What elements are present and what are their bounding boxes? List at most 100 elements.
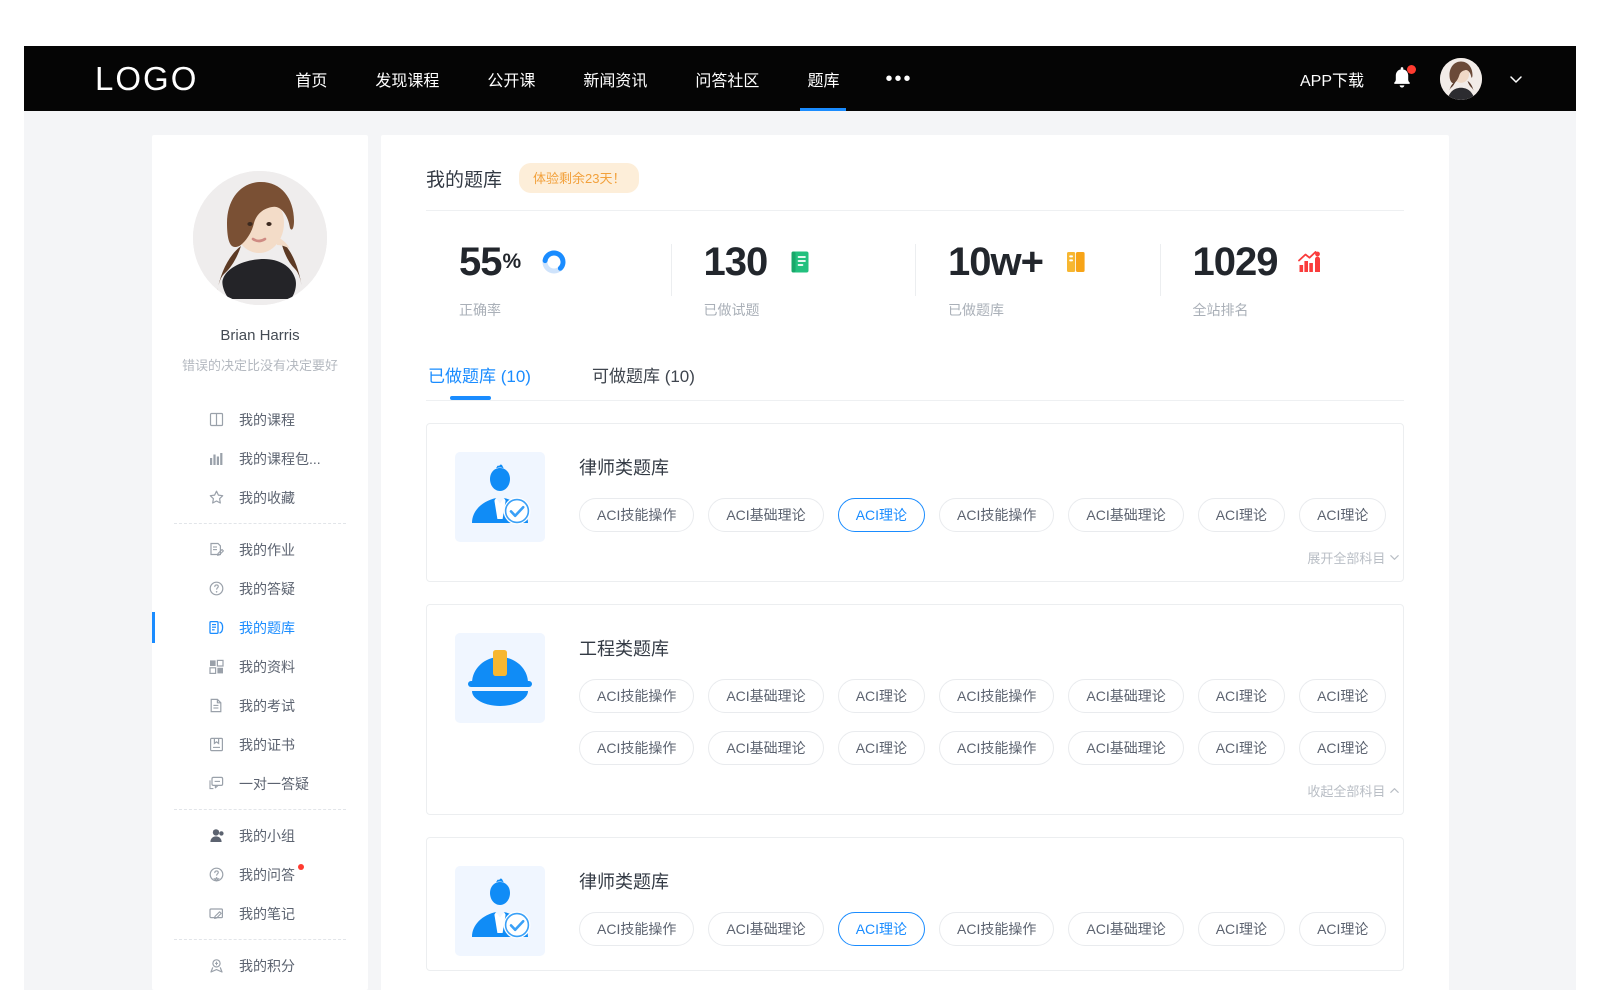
sidebar-item-13[interactable]: 我的笔记 — [152, 894, 368, 933]
stat-label: 全站排名 — [1193, 300, 1405, 320]
orange-book-icon — [1063, 249, 1089, 275]
sidebar-divider — [174, 809, 346, 810]
subject-tag[interactable]: ACI基础理论 — [1068, 731, 1183, 765]
sidebar-item-label: 我的资料 — [239, 657, 295, 677]
subject-tag[interactable]: ACI理论 — [1198, 731, 1285, 765]
ellipsis-icon[interactable]: ••• — [863, 46, 934, 111]
subject-tag[interactable]: ACI基础理论 — [1068, 498, 1183, 532]
expand-row: 收起全部科目 — [579, 781, 1400, 800]
top-navbar: LOGO 首页发现课程公开课新闻资讯问答社区题库 ••• APP下载 — [24, 46, 1576, 111]
tab-1[interactable]: 已做题库 (10) — [426, 352, 533, 400]
sidebar-divider — [174, 523, 346, 524]
nav-link-6[interactable]: 题库 — [783, 46, 863, 111]
chat-icon — [208, 775, 225, 792]
subject-tag[interactable]: ACI理论 — [1299, 498, 1386, 532]
nav-link-4[interactable]: 新闻资讯 — [559, 46, 671, 111]
subject-tag[interactable]: ACI理论 — [838, 912, 925, 946]
sidebar-item-4[interactable]: 我的作业 — [152, 530, 368, 569]
avatar[interactable] — [1440, 58, 1482, 100]
chevron-down-icon[interactable] — [1508, 71, 1524, 87]
sidebar-item-10[interactable]: 一对一答疑 — [152, 764, 368, 803]
chat-icon — [208, 775, 225, 792]
nav-link-3[interactable]: 公开课 — [463, 46, 559, 111]
sidebar-item-label: 我的收藏 — [239, 488, 295, 508]
subject-tag[interactable]: ACI理论 — [1198, 679, 1285, 713]
sidebar-item-2[interactable]: 我的课程包... — [152, 439, 368, 478]
sidebar-item-11[interactable]: 我的小组 — [152, 816, 368, 855]
bank-card[interactable]: 工程类题库ACI技能操作ACI基础理论ACI理论ACI技能操作ACI基础理论AC… — [426, 604, 1404, 815]
app-download-link[interactable]: APP下载 — [1300, 67, 1364, 91]
sidebar-item-label: 我的答疑 — [239, 579, 295, 599]
stat-label: 已做题库 — [948, 300, 1160, 320]
sidebar-item-5[interactable]: 我的答疑 — [152, 569, 368, 608]
expand-subjects-label: 展开全部科目 — [1307, 548, 1385, 567]
page-root: LOGO 首页发现课程公开课新闻资讯问答社区题库 ••• APP下载 — [0, 0, 1600, 990]
subject-tag[interactable]: ACI基础理论 — [1068, 679, 1183, 713]
subject-tag[interactable]: ACI基础理论 — [708, 498, 823, 532]
content-tabs: 已做题库 (10) 可做题库 (10) — [426, 352, 1404, 400]
subject-tag[interactable]: ACI理论 — [838, 679, 925, 713]
sidebar-item-9[interactable]: 我的证书 — [152, 725, 368, 764]
subject-tag[interactable]: ACI技能操作 — [579, 498, 694, 532]
subject-tag[interactable]: ACI基础理论 — [708, 679, 823, 713]
subject-tag[interactable]: ACI理论 — [1198, 912, 1285, 946]
question-circle-icon — [208, 580, 225, 597]
profile-photo[interactable] — [193, 171, 327, 305]
site-logo[interactable]: LOGO — [95, 62, 198, 95]
sidebar-item-1[interactable]: 我的课程 — [152, 400, 368, 439]
subject-tag[interactable]: ACI技能操作 — [939, 498, 1054, 532]
subject-tag[interactable]: ACI理论 — [1198, 498, 1285, 532]
subject-tag[interactable]: ACI理论 — [838, 731, 925, 765]
sidebar-item-3[interactable]: 我的收藏 — [152, 478, 368, 517]
subject-tag[interactable]: ACI理论 — [838, 498, 925, 532]
hardhat-icon — [460, 638, 540, 718]
bank-card[interactable]: 律师类题库ACI技能操作ACI基础理论ACI理论ACI技能操作ACI基础理论AC… — [426, 423, 1404, 582]
stat-value: 130 — [704, 242, 768, 282]
expand-subjects-button[interactable]: 收起全部科目 — [1307, 781, 1400, 800]
question-circle-icon — [208, 580, 225, 597]
subject-tag[interactable]: ACI技能操作 — [579, 912, 694, 946]
bars-icon — [208, 450, 225, 467]
nav-link-1[interactable]: 首页 — [271, 46, 351, 111]
trial-badge: 体验剩余23天！ — [519, 163, 639, 193]
stats-row: 55%正确率130已做试题10w+已做题库1029全站排名 — [426, 211, 1404, 334]
group-icon — [208, 827, 225, 844]
sidebar-item-8[interactable]: 我的考试 — [152, 686, 368, 725]
subject-tag[interactable]: ACI技能操作 — [579, 679, 694, 713]
expand-subjects-button[interactable]: 展开全部科目 — [1307, 548, 1400, 567]
profile-name: Brian Harris — [152, 327, 368, 344]
subject-tag[interactable]: ACI基础理论 — [708, 912, 823, 946]
book-icon — [208, 411, 225, 428]
bank-card[interactable]: 律师类题库ACI技能操作ACI基础理论ACI理论ACI技能操作ACI基础理论AC… — [426, 837, 1404, 971]
nav-link-2[interactable]: 发现课程 — [351, 46, 463, 111]
sidebar-item-7[interactable]: 我的资料 — [152, 647, 368, 686]
exam-icon — [208, 697, 225, 714]
bank-thumbnail — [455, 633, 545, 723]
sidebar-item-14[interactable]: 我的积分 — [152, 946, 368, 985]
subject-tag[interactable]: ACI理论 — [1299, 679, 1386, 713]
sidebar-item-label: 我的积分 — [239, 956, 295, 976]
subject-tag[interactable]: ACI基础理论 — [708, 731, 823, 765]
tab-2[interactable]: 可做题库 (10) — [590, 352, 697, 400]
subject-tag[interactable]: ACI理论 — [1299, 912, 1386, 946]
sidebar-item-6[interactable]: 我的题库 — [152, 608, 368, 647]
sidebar-item-label: 我的题库 — [239, 618, 295, 638]
subject-tag[interactable]: ACI技能操作 — [579, 731, 694, 765]
subject-tag[interactable]: ACI技能操作 — [939, 912, 1054, 946]
subject-tag[interactable]: ACI技能操作 — [939, 731, 1054, 765]
rank-chart-icon — [1297, 249, 1323, 275]
nav-link-5[interactable]: 问答社区 — [671, 46, 783, 111]
subject-tag[interactable]: ACI基础理论 — [1068, 912, 1183, 946]
green-book-icon — [787, 249, 813, 275]
subject-tag[interactable]: ACI理论 — [1299, 731, 1386, 765]
subject-tag-row: ACI技能操作 ACI基础理论 ACI理论 ACI技能操作 ACI基础理论 ACI理论 AC… — [579, 498, 1400, 532]
profile-sidebar: Brian Harris 错误的决定比没有决定要好 我的课程我的课程包...我的… — [152, 135, 368, 990]
stat-label: 正确率 — [459, 300, 671, 320]
star-icon — [208, 489, 225, 506]
subject-tag[interactable]: ACI技能操作 — [939, 679, 1054, 713]
ring-chart-icon — [541, 249, 567, 275]
notification-bell-button[interactable] — [1390, 66, 1414, 92]
sidebar-item-label: 一对一答疑 — [239, 774, 309, 794]
certificate-icon — [208, 736, 225, 753]
sidebar-item-12[interactable]: 我的问答 — [152, 855, 368, 894]
